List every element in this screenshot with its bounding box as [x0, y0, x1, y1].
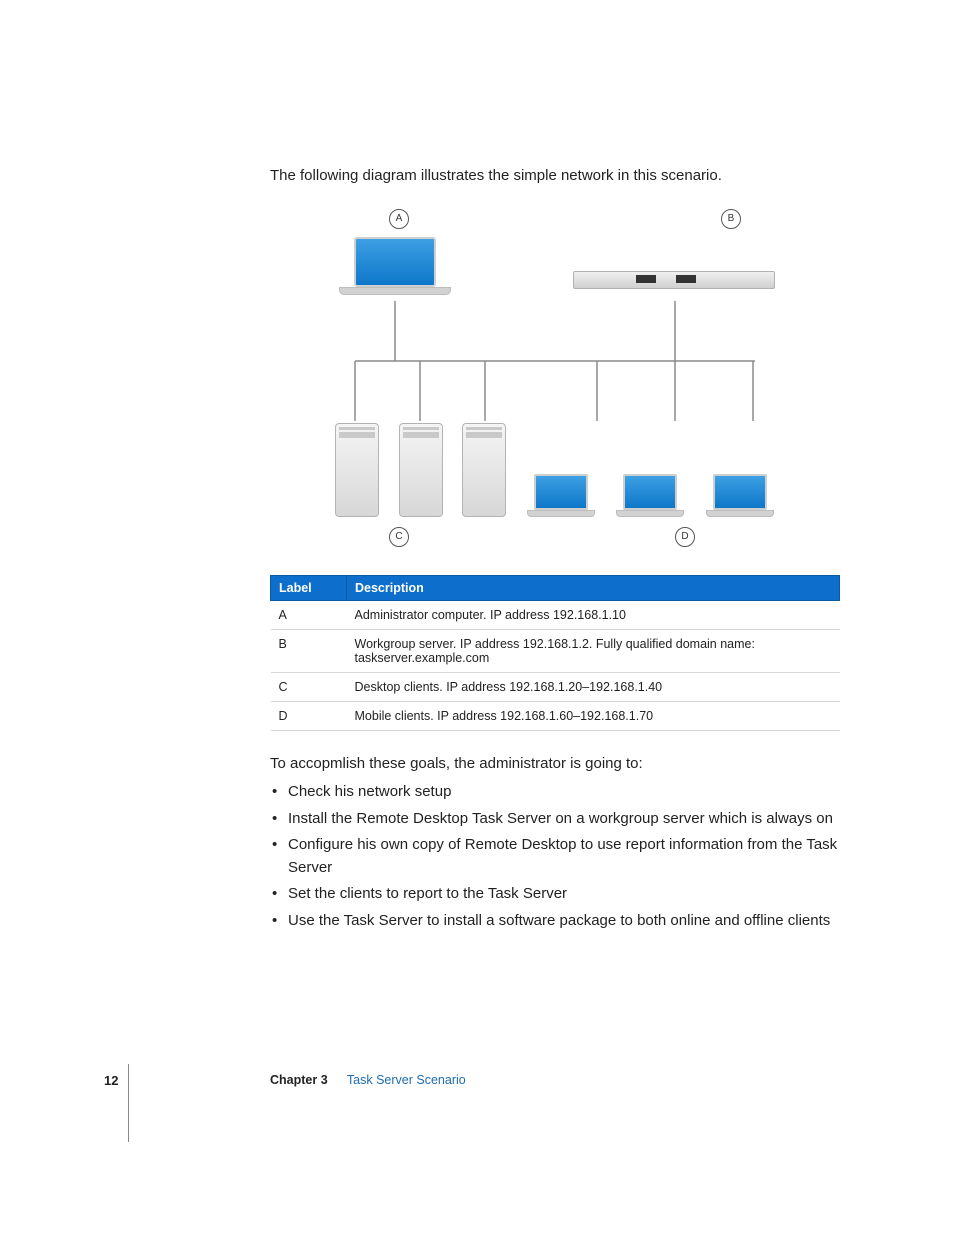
chapter-label: Chapter 3: [270, 1073, 328, 1087]
table-row: D Mobile clients. IP address 192.168.1.6…: [271, 701, 840, 730]
desktop-tower-icon: [335, 423, 379, 517]
table-cell-description: Desktop clients. IP address 192.168.1.20…: [347, 672, 840, 701]
mobile-laptop-icon: [615, 474, 685, 517]
table-cell-label: A: [271, 600, 347, 629]
footer-text: Chapter 3 Task Server Scenario: [270, 1073, 466, 1087]
chapter-title: Task Server Scenario: [347, 1073, 466, 1087]
table-cell-description: Administrator computer. IP address 192.1…: [347, 600, 840, 629]
table-cell-label: D: [271, 701, 347, 730]
goals-list: Check his network setup Install the Remo…: [270, 781, 840, 932]
desktop-tower-icon: [399, 423, 443, 517]
mobile-laptop-icon: [705, 474, 775, 517]
table-header-description: Description: [347, 575, 840, 600]
mobile-laptop-icon: [526, 474, 596, 517]
table-cell-description: Workgroup server. IP address 192.168.1.2…: [347, 629, 840, 672]
diagram-label-a: A: [389, 209, 409, 229]
list-item: Configure his own copy of Remote Desktop…: [270, 834, 840, 879]
table-row: C Desktop clients. IP address 192.168.1.…: [271, 672, 840, 701]
table-cell-description: Mobile clients. IP address 192.168.1.60–…: [347, 701, 840, 730]
server-icon: [573, 271, 775, 289]
intro-text: The following diagram illustrates the si…: [270, 165, 840, 187]
table-cell-label: C: [271, 672, 347, 701]
list-item: Install the Remote Desktop Task Server o…: [270, 808, 840, 831]
table-row: A Administrator computer. IP address 192…: [271, 600, 840, 629]
list-item: Set the clients to report to the Task Se…: [270, 883, 840, 906]
network-diagram: A B: [335, 209, 775, 547]
goals-lead: To accopmlish these goals, the administr…: [270, 753, 840, 776]
list-item: Use the Task Server to install a softwar…: [270, 910, 840, 933]
network-wires-icon: [335, 301, 775, 421]
diagram-label-c: C: [389, 527, 409, 547]
table-row: B Workgroup server. IP address 192.168.1…: [271, 629, 840, 672]
diagram-label-d: D: [675, 527, 695, 547]
desktop-tower-icon: [462, 423, 506, 517]
list-item: Check his network setup: [270, 781, 840, 804]
table-cell-label: B: [271, 629, 347, 672]
page-number: 12: [104, 1073, 118, 1088]
admin-laptop-icon: [335, 237, 455, 295]
footer-divider: [128, 1064, 129, 1142]
diagram-label-b: B: [721, 209, 741, 229]
table-header-label: Label: [271, 575, 347, 600]
label-description-table: Label Description A Administrator comput…: [270, 575, 840, 731]
